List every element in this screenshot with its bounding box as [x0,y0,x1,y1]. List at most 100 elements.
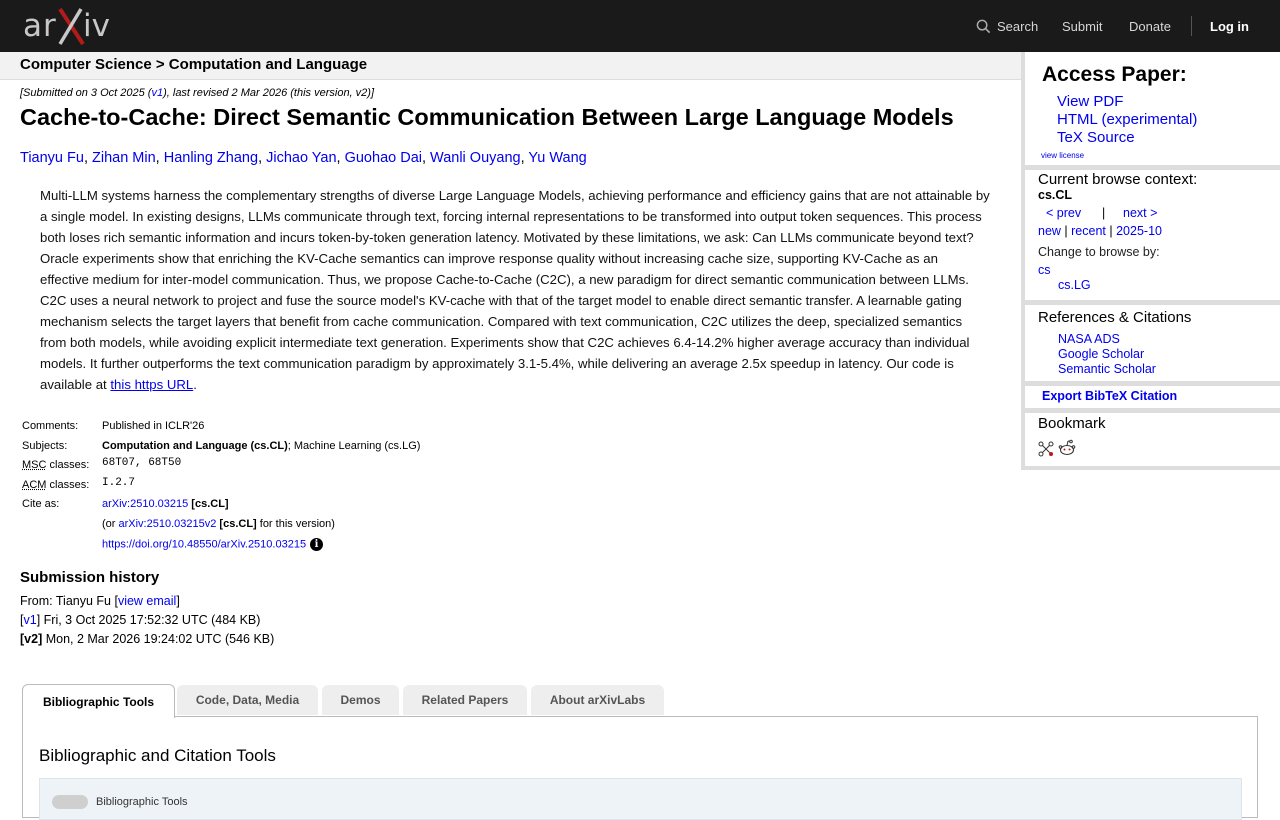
acm-value: I.2.7 [102,477,136,489]
abstract: Multi-LLM systems harness the complement… [40,185,990,395]
v1-date: Fri, 3 Oct 2025 17:52:32 UTC (484 KB) [40,613,261,627]
search-label: Search [997,18,1039,34]
view-license-link[interactable]: view license [1041,151,1084,160]
bibliographic-tools-toggle[interactable] [52,795,88,809]
export-bibtex-link[interactable]: Export BibTeX Citation [1042,389,1177,403]
top-header: ar iv Search Submit Donate Log in [0,0,1280,52]
info-icon[interactable]: i [310,538,324,551]
tab-bibliographic-tools[interactable]: Bibliographic Tools [22,684,175,718]
cite-link[interactable]: arXiv:2510.03215 [102,498,188,510]
subjects-label: Subjects: [22,440,68,452]
breadcrumb: Computer Science > Computation and Langu… [0,52,1021,80]
references-box: References & Citations NASA ADS Google S… [1025,305,1280,381]
cite-version-link[interactable]: arXiv:2510.03215v2 [119,518,217,530]
access-paper-title: Access Paper: [1042,63,1187,86]
submitted-v1-link[interactable]: v1 [151,87,163,99]
author-link[interactable]: Jichao Yan [266,150,336,166]
breadcrumb-text[interactable]: Computer Science > Computation and Langu… [20,56,367,73]
access-paper-box: Access Paper: View PDF HTML (experimenta… [1025,52,1280,165]
cite-version-category: [cs.CL] [216,518,257,530]
history-from: From: Tianyu Fu [view email] [20,594,180,608]
browse-cs-link[interactable]: cs [1038,263,1051,277]
submit-link[interactable]: Submit [1062,0,1102,52]
browse-cs-lg-link[interactable]: cs.LG [1058,278,1091,292]
context-category: cs.CL [1038,188,1073,202]
tab-code-data-media[interactable]: Code, Data, Media [177,685,318,715]
acm-abbr: ACM [22,479,47,491]
tools-toggle-row: Bibliographic Tools [39,778,1242,820]
arxiv-logo[interactable]: ar iv [23,6,113,46]
revised-text: ), last revised 2 Mar 2026 (this version… [163,87,375,99]
paper-title: Cache-to-Cache: Direct Semantic Communic… [20,104,954,130]
primary-subject: Computation and Language (cs.CL) [102,440,288,452]
cite-label: Cite as: [22,498,60,510]
login-link[interactable]: Log in [1210,0,1249,52]
nasa-ads-link[interactable]: NASA ADS [1058,332,1120,346]
view-pdf-link[interactable]: View PDF [1057,93,1123,110]
msc-label: classes: [46,459,90,471]
html-link[interactable]: HTML (experimental) [1057,111,1197,128]
bibsonomy-icon[interactable] [1038,441,1054,457]
browse-context-title: Current browse context: [1038,171,1198,188]
tab-related-papers[interactable]: Related Papers [403,685,527,715]
author-list: Tianyu Fu, Zihan Min, Hanling Zhang, Jic… [20,150,587,166]
abstract-end: . [193,377,197,392]
recent-link[interactable]: recent [1071,224,1106,238]
semantic-scholar-link[interactable]: Semantic Scholar [1058,362,1156,376]
listing-links: new | recent | 2025-10 [1038,224,1162,238]
v1-link[interactable]: v1 [23,613,36,627]
submitted-text: [Submitted on 3 Oct 2025 ( [20,87,152,99]
cite-version-pre: (or [102,518,119,530]
v2-label: [v2] [20,632,43,646]
comments-label: Comments: [22,420,79,432]
next-link[interactable]: next > [1123,206,1157,220]
tab-demos[interactable]: Demos [322,685,399,715]
references-title: References & Citations [1038,309,1192,326]
svg-text:iv: iv [83,8,110,44]
search-button[interactable]: Search [976,0,1038,52]
author-link[interactable]: Zihan Min [92,150,156,166]
bookmark-title: Bookmark [1038,415,1106,432]
bookmark-box: Bookmark [1025,413,1280,466]
comments-value: Published in ICLR'26 [102,420,205,432]
right-sidebar: Access Paper: View PDF HTML (experimenta… [1021,52,1280,470]
search-icon [976,19,991,33]
nav-separator: | [1102,206,1106,220]
prev-link[interactable]: < prev [1046,206,1081,220]
history-from-text: From: Tianyu Fu [ [20,594,118,608]
donate-link[interactable]: Donate [1129,0,1171,52]
author-link[interactable]: Wanli Ouyang [430,150,521,166]
history-v1: [v1] Fri, 3 Oct 2025 17:52:32 UTC (484 K… [20,613,261,627]
msc-abbr: MSC [22,459,47,471]
doi-link[interactable]: https://doi.org/10.48550/arXiv.2510.0321… [102,538,306,550]
submission-history-title: Submission history [20,569,160,586]
change-browse-label: Change to browse by: [1038,245,1160,259]
cite-category: [cs.CL] [188,498,229,510]
v2-date: Mon, 2 Mar 2026 19:24:02 UTC (546 KB) [42,632,275,646]
author-link[interactable]: Hanling Zhang [164,150,258,166]
bibtex-box: Export BibTeX Citation [1025,386,1280,408]
panel-title: Bibliographic and Citation Tools [39,746,276,765]
tex-source-link[interactable]: TeX Source [1057,129,1135,146]
secondary-subjects: ; Machine Learning (cs.LG) [287,440,421,452]
tab-panel: Bibliographic and Citation Tools Bibliog… [22,716,1258,820]
toggle-label: Bibliographic Tools [96,796,188,808]
new-link[interactable]: new [1038,224,1061,238]
acm-label: classes: [46,479,90,491]
month-link[interactable]: 2025-10 [1116,224,1162,238]
tab-about-arxivlabs[interactable]: About arXivLabs [531,685,664,715]
author-link[interactable]: Yu Wang [528,150,586,166]
browse-context-box: Current browse context: cs.CL < prev | n… [1025,170,1280,300]
view-email-link[interactable]: view email [118,594,176,608]
code-url-link[interactable]: this https URL [110,377,193,392]
header-divider [1191,16,1192,36]
author-link[interactable]: Guohao Dai [345,150,422,166]
history-v2: [v2] Mon, 2 Mar 2026 19:24:02 UTC (546 K… [20,632,274,646]
history-from-close: ] [176,594,180,608]
author-link[interactable]: Tianyu Fu [20,150,84,166]
cite-version-post: for this version) [256,518,335,530]
google-scholar-link[interactable]: Google Scholar [1058,347,1144,361]
reddit-icon[interactable] [1058,439,1076,457]
abstract-text: Multi-LLM systems harness the complement… [40,188,990,392]
msc-value: 68T07, 68T50 [102,457,182,469]
